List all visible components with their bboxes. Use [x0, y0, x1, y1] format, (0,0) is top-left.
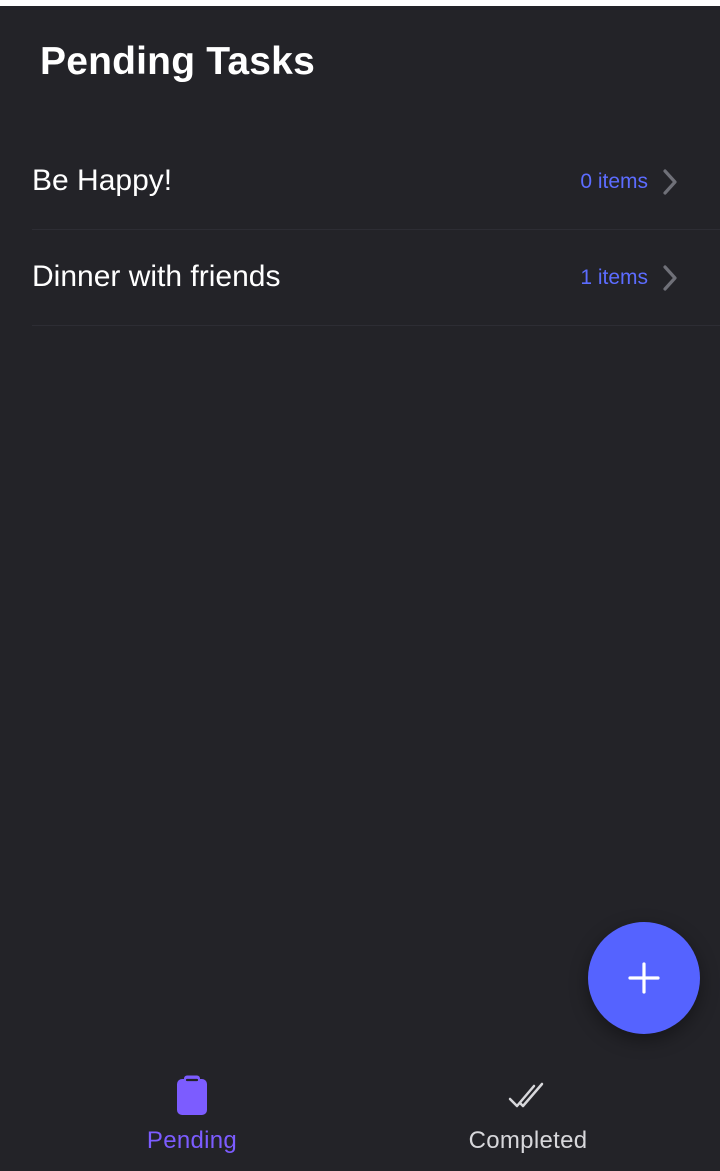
task-title: Be Happy! [32, 164, 173, 197]
task-list-item[interactable]: Dinner with friends 1 items [32, 230, 720, 326]
app-screen: Pending Tasks Be Happy! 0 items Dinner w… [0, 6, 720, 1171]
plus-icon [628, 962, 660, 994]
tab-label-pending: Pending [146, 1127, 238, 1154]
task-item-count: 1 items [580, 266, 648, 289]
tab-label-completed: Completed [468, 1127, 588, 1154]
page-title: Pending Tasks [40, 40, 315, 83]
bottom-navigation: Pending Completed [0, 1056, 720, 1171]
add-task-button[interactable] [588, 922, 700, 1034]
task-list: Be Happy! 0 items Dinner with friends 1 … [32, 134, 720, 326]
tab-completed[interactable]: Completed [348, 1056, 708, 1171]
clipboard-icon [177, 1075, 207, 1115]
task-list-item[interactable]: Be Happy! 0 items [32, 134, 720, 230]
task-item-count: 0 items [580, 170, 648, 193]
task-title: Dinner with friends [32, 260, 281, 293]
double-check-icon [508, 1082, 544, 1108]
chevron-right-icon [663, 169, 677, 195]
chevron-right-icon [663, 265, 677, 291]
tab-pending[interactable]: Pending [12, 1056, 372, 1171]
